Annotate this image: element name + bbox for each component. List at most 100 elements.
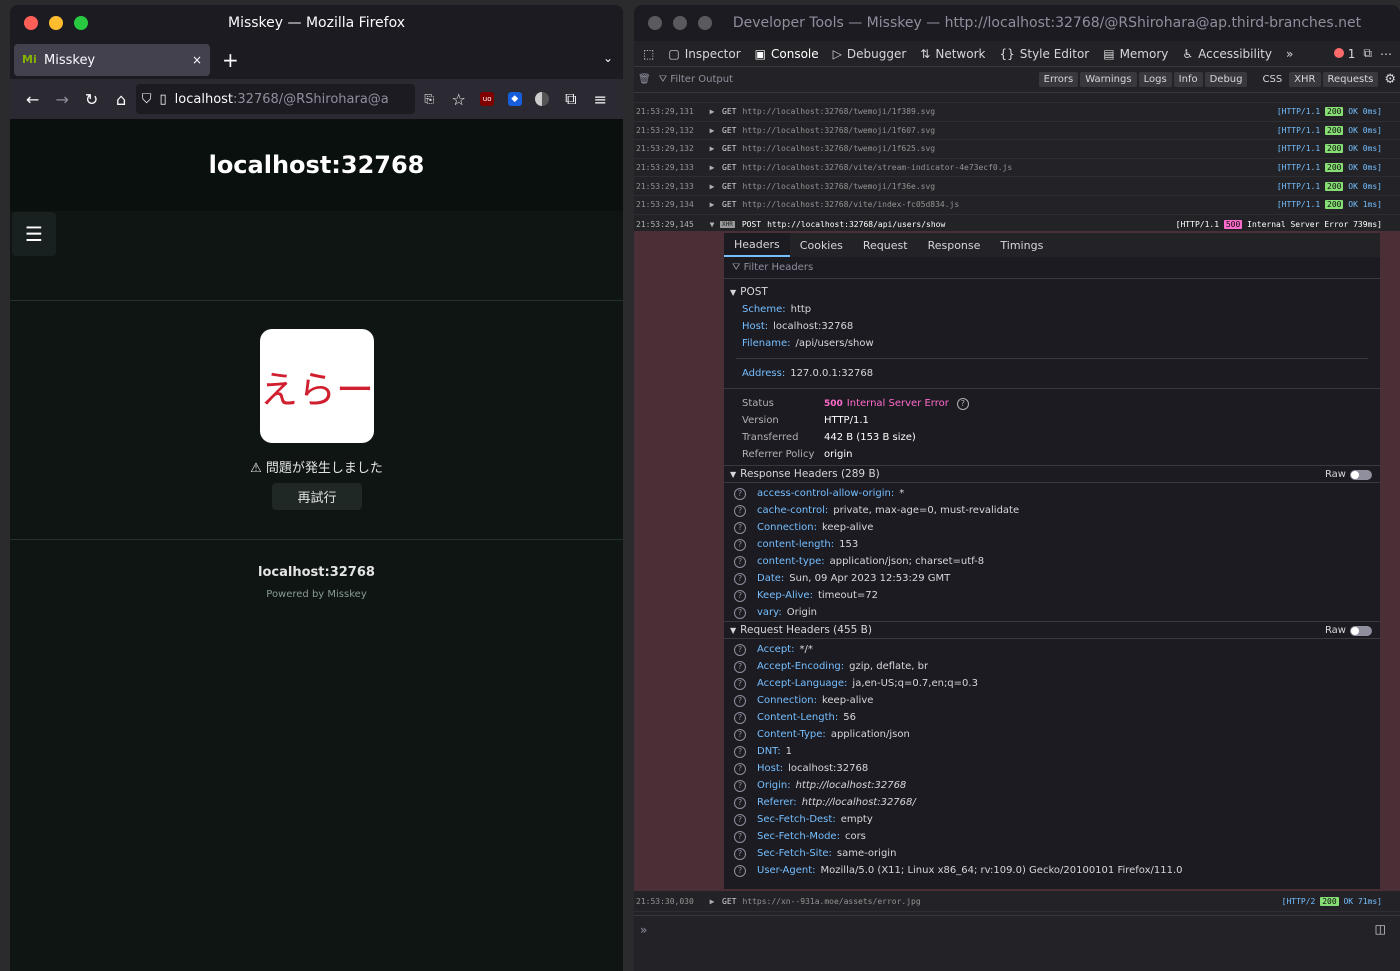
tab-headers[interactable]: Headers [724,233,790,257]
help-icon[interactable]: ? [734,728,746,741]
more-tools-chevron-icon[interactable]: » [1279,41,1300,67]
tab-console[interactable]: ▣ Console [748,41,826,67]
help-icon[interactable]: ? [734,711,746,724]
new-tab-button[interactable]: + [222,48,239,72]
help-icon[interactable]: ? [734,572,746,585]
error-count[interactable]: 1 [1333,47,1355,61]
trash-icon[interactable]: 🗑 [638,74,651,85]
element-picker-icon[interactable]: ⬚ [636,41,661,67]
help-icon[interactable]: ? [734,796,746,809]
log-row[interactable]: 21:53:29,132 ▶ GET http://localhost:32768/t… [634,140,1400,159]
maximize-window-button[interactable] [698,16,712,30]
filter-xhr-button[interactable]: XHR [1289,72,1321,87]
tab-network[interactable]: ⇅ Network [913,41,992,67]
menu-icon[interactable]: ☰ [12,212,56,256]
help-icon[interactable]: ? [734,660,746,673]
filter-warnings-button[interactable]: Warnings [1080,72,1137,87]
maximize-window-button[interactable] [74,16,88,30]
help-icon[interactable]: ? [734,830,746,843]
retry-button[interactable]: 再試行 [272,483,362,510]
filter-debug-button[interactable]: Debug [1204,72,1248,87]
tab-style-editor[interactable]: {} Style Editor [992,41,1096,67]
tab-response[interactable]: Response [918,233,991,257]
expand-arrow-icon[interactable]: ▶ [704,144,720,153]
log-row[interactable]: 21:53:29,134 ▶ GET http://localhost:32768/v… [634,196,1400,215]
help-icon[interactable]: ? [734,847,746,860]
help-icon[interactable]: ? [734,813,746,826]
help-icon[interactable]: ? [734,779,746,792]
back-arrow-icon[interactable]: ← [18,85,47,113]
help-icon[interactable]: ? [734,677,746,690]
expand-arrow-icon[interactable]: ▶ [704,182,720,191]
tab-timings[interactable]: Timings [990,233,1053,257]
tab-inspector[interactable]: ▢ Inspector [661,41,747,67]
toggle-switch[interactable] [1350,625,1372,636]
help-icon[interactable]: ? [734,555,746,568]
tab-misskey[interactable]: Mi Misskey × [14,44,210,76]
log-row[interactable]: 21:53:29,133 ▶ GET http://localhost:32768/v… [634,159,1400,178]
home-icon[interactable]: ⌂ [106,85,135,113]
filter-requests-button[interactable]: Requests [1322,72,1379,87]
split-editor-icon[interactable]: ◫ [1375,922,1386,936]
help-icon[interactable]: ? [734,762,746,775]
chevron-down-icon[interactable]: ⌄ [603,51,613,65]
help-icon[interactable]: ? [734,864,746,877]
log-row[interactable]: 21:53:29,131 ▶ GET http://localhost:32768/t… [634,103,1400,122]
expand-arrow-icon[interactable]: ▶ [704,107,720,116]
collapse-arrow-icon[interactable]: ▼ [704,220,720,229]
help-icon[interactable]: ? [734,487,746,500]
bitwarden-icon[interactable]: ◆ [501,85,529,113]
help-icon[interactable]: ? [734,606,746,619]
tab-accessibility[interactable]: ♿ Accessibility [1175,41,1279,67]
post-section-header[interactable]: ▼ POST [724,283,1380,301]
shield-icon[interactable]: ⛉ [142,92,152,107]
log-row-error[interactable]: 21:53:29,145 ▼ XHR POST http://localhost:327… [634,215,1400,234]
bookmark-star-icon[interactable]: ☆ [444,85,473,113]
dark-reader-icon[interactable] [529,85,557,113]
expand-arrow-icon[interactable]: ▶ [704,163,720,172]
expand-arrow-icon[interactable]: ▶ [704,126,720,135]
close-window-button[interactable] [648,16,662,30]
reload-icon[interactable]: ↻ [77,85,106,113]
tab-cookies[interactable]: Cookies [790,233,853,257]
filter-headers-input[interactable]: ⛛ Filter Headers [724,257,1380,279]
tab-request[interactable]: Request [853,233,918,257]
expand-arrow-icon[interactable]: ▶ [704,200,720,209]
expand-arrow-icon[interactable]: ▶ [704,897,720,906]
log-row[interactable]: 21:53:29,133 ▶ GET http://localhost:32768/t… [634,177,1400,196]
request-headers-section[interactable]: ▼ Request Headers (455 B) Raw [724,621,1380,639]
filter-css-button[interactable]: CSS [1257,72,1287,87]
tab-debugger[interactable]: ▷ Debugger [826,41,914,67]
help-icon[interactable]: ? [734,521,746,534]
toggle-switch[interactable] [1350,469,1372,480]
filter-info-button[interactable]: Info [1173,72,1203,87]
close-window-button[interactable] [24,16,38,30]
minimize-window-button[interactable] [673,16,687,30]
ublock-origin-icon[interactable]: uo [473,85,501,113]
filter-errors-button[interactable]: Errors [1038,72,1079,87]
forward-arrow-icon[interactable]: → [47,85,76,113]
help-icon[interactable]: ? [956,397,969,410]
more-options-icon[interactable]: ⋯ [1380,47,1392,61]
console-input[interactable]: » ◫ [634,915,1400,943]
response-headers-section[interactable]: ▼ Response Headers (289 B) Raw [724,465,1380,483]
dock-icon[interactable]: ⧉ [1363,46,1372,61]
tab-memory[interactable]: ▤ Memory [1096,41,1175,67]
hamburger-menu-icon[interactable]: ≡ [586,85,615,113]
translate-icon[interactable]: ⎘ [415,85,444,113]
log-row[interactable]: 21:53:30,030 ▶ GET https://xn--931a.moe/ass… [634,893,1400,912]
help-icon[interactable]: ? [734,538,746,551]
help-icon[interactable]: ? [734,694,746,707]
help-icon[interactable]: ? [734,589,746,602]
log-row[interactable]: 21:53:29,132 ▶ GET http://localhost:32768/t… [634,122,1400,141]
help-icon[interactable]: ? [734,745,746,758]
minimize-window-button[interactable] [49,16,63,30]
close-tab-icon[interactable]: × [192,53,202,67]
raw-toggle[interactable]: Raw [1325,469,1372,480]
help-icon[interactable]: ? [734,504,746,517]
filter-logs-button[interactable]: Logs [1138,72,1172,87]
filter-output-input[interactable]: ⛛ Filter Output [659,74,1037,85]
extensions-puzzle-icon[interactable]: ⧉ [556,85,585,113]
raw-toggle[interactable]: Raw [1325,625,1372,636]
url-bar[interactable]: ⛉ ▯ localhost:32768/@RShirohara@a [135,84,415,114]
